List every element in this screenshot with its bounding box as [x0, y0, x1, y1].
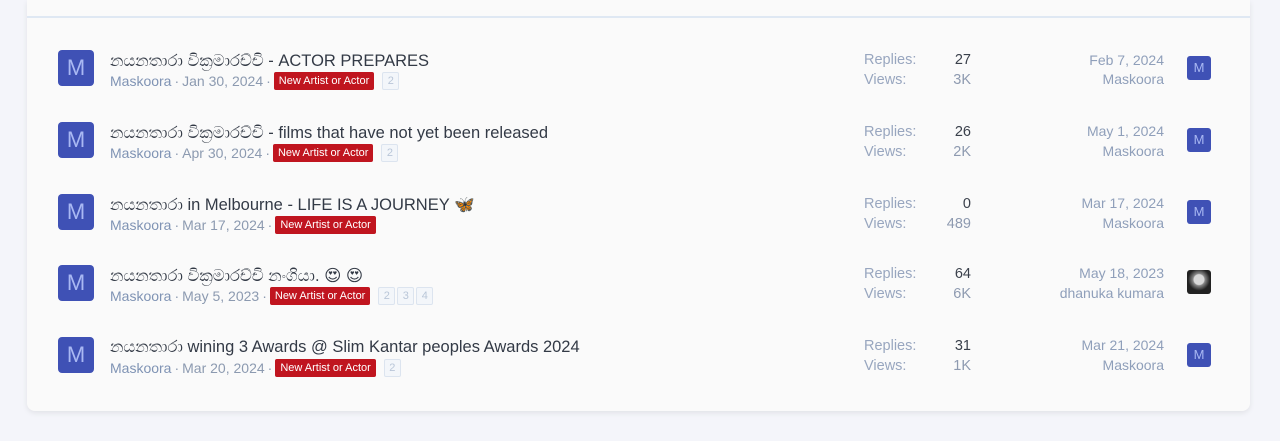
last-poster-avatar[interactable]: M: [1187, 128, 1211, 152]
last-post-date[interactable]: Mar 21, 2024: [1004, 337, 1165, 353]
last-poster-link[interactable]: Maskoora: [1004, 215, 1164, 231]
meta-separator: ·: [174, 288, 180, 304]
views-label: Views:: [864, 144, 907, 160]
views-count: 6K: [953, 286, 971, 302]
page-link[interactable]: 2: [383, 359, 401, 377]
thread-title-link[interactable]: නයනතාරා වික්‍රමාරච්චි - ACTOR PREPARES: [110, 52, 429, 71]
views-label: Views:: [864, 72, 907, 88]
meta-separator: ·: [267, 360, 273, 376]
replies-label: Replies:: [864, 338, 917, 354]
page-jump-links: 2: [382, 72, 400, 90]
last-poster-link[interactable]: Maskoora: [1004, 357, 1164, 373]
views-label: Views:: [864, 216, 907, 232]
thread-prefix-badge[interactable]: New Artist or Actor: [272, 144, 374, 162]
thread-meta: Maskoora · Apr 30, 2024 · New Artist or …: [110, 144, 399, 162]
replies-count: 64: [954, 266, 971, 282]
thread-row: M නයනතාරා වික්‍රමාරච්චි - ACTOR PREPARES…: [27, 50, 1250, 120]
page-link[interactable]: 2: [378, 287, 396, 305]
thread-author-link[interactable]: Maskoora: [110, 73, 171, 89]
thread-row: M නයනතාරා wining 3 Awards @ Slim Kantar …: [27, 337, 1250, 407]
thread-prefix-badge[interactable]: New Artist or Actor: [273, 72, 375, 90]
thread-title-link[interactable]: නයනතාරා වික්‍රමාරච්චි නංගියා. 😍 😍: [110, 266, 363, 286]
thread-title-link[interactable]: නයනතාරා wining 3 Awards @ Slim Kantar pe…: [110, 338, 580, 357]
views-label: Views:: [864, 358, 907, 374]
last-poster-link[interactable]: dhanuka kumara: [1004, 285, 1164, 301]
replies-count: 31: [954, 338, 971, 354]
thread-row: M නයනතාරා වික්‍රමාරච්චි - films that hav…: [27, 122, 1250, 192]
thread-title-link[interactable]: නයනතාරා in Melbourne - LIFE IS A JOURNEY…: [110, 196, 475, 215]
last-poster-avatar[interactable]: [1187, 270, 1211, 294]
meta-separator: ·: [174, 360, 180, 376]
views-count: 1K: [953, 358, 971, 374]
thread-row: M නයනතාරා වික්‍රමාරච්චි නංගියා. 😍 😍 Mask…: [27, 265, 1250, 335]
thread-prefix-badge[interactable]: New Artist or Actor: [275, 359, 376, 377]
thread-list-panel: M නයනතාරා වික්‍රමාරච්චි - ACTOR PREPARES…: [27, 0, 1250, 411]
thread-author-link[interactable]: Maskoora: [110, 288, 171, 304]
replies-count: 26: [954, 124, 971, 140]
thread-title-link[interactable]: නයනතාරා වික්‍රමාරච්චි - films that have …: [110, 124, 548, 143]
thread-prefix-badge[interactable]: New Artist or Actor: [275, 216, 376, 234]
author-avatar[interactable]: M: [58, 122, 94, 158]
page-link[interactable]: 4: [416, 287, 434, 305]
thread-meta: Maskoora · Mar 17, 2024 · New Artist or …: [110, 216, 376, 234]
last-poster-avatar[interactable]: M: [1187, 343, 1211, 367]
replies-label: Replies:: [864, 266, 917, 282]
thread-prefix-badge[interactable]: New Artist or Actor: [269, 287, 371, 305]
replies-count: 27: [954, 52, 971, 68]
meta-separator: ·: [265, 145, 270, 161]
last-poster-avatar[interactable]: M: [1187, 200, 1211, 224]
thread-meta: Maskoora · Mar 20, 2024 · New Artist or …: [110, 359, 401, 377]
last-post-date[interactable]: Mar 17, 2024: [1004, 195, 1165, 211]
meta-separator: ·: [266, 73, 271, 89]
views-count: 2K: [953, 144, 971, 160]
views-count: 3K: [953, 72, 971, 88]
last-poster-link[interactable]: Maskoora: [1004, 143, 1164, 159]
last-post-date[interactable]: May 1, 2024: [1004, 123, 1164, 139]
thread-meta: Maskoora · May 5, 2023 · New Artist or A…: [110, 287, 434, 305]
replies-count: 0: [962, 196, 971, 212]
meta-separator: ·: [262, 288, 267, 304]
meta-separator: ·: [174, 145, 180, 161]
page-jump-links: 2 3 4: [378, 287, 434, 305]
thread-start-date[interactable]: Jan 30, 2024: [182, 73, 263, 89]
views-label: Views:: [864, 286, 907, 302]
thread-start-date[interactable]: Mar 17, 2024: [182, 217, 265, 233]
page-link[interactable]: 2: [381, 144, 399, 162]
thread-author-link[interactable]: Maskoora: [110, 145, 171, 161]
page-link[interactable]: 2: [382, 72, 400, 90]
thread-start-date[interactable]: Apr 30, 2024: [182, 145, 262, 161]
thread-author-link[interactable]: Maskoora: [110, 360, 171, 376]
meta-separator: ·: [267, 217, 273, 233]
last-poster-avatar[interactable]: M: [1187, 56, 1211, 80]
replies-label: Replies:: [864, 52, 917, 68]
thread-meta: Maskoora · Jan 30, 2024 · New Artist or …: [110, 72, 400, 90]
last-poster-link[interactable]: Maskoora: [1004, 71, 1164, 87]
replies-label: Replies:: [864, 124, 917, 140]
divider: [27, 16, 1250, 18]
meta-separator: ·: [174, 73, 180, 89]
thread-author-link[interactable]: Maskoora: [110, 217, 171, 233]
last-post-date[interactable]: May 18, 2023: [1004, 265, 1164, 281]
page-jump-links: 2: [381, 144, 399, 162]
page-link[interactable]: 3: [397, 287, 415, 305]
thread-start-date[interactable]: May 5, 2023: [182, 288, 259, 304]
author-avatar[interactable]: M: [58, 265, 94, 301]
author-avatar[interactable]: M: [58, 50, 94, 86]
last-post-date[interactable]: Feb 7, 2024: [1004, 52, 1164, 68]
thread-row: M නයනතාරා in Melbourne - LIFE IS A JOURN…: [27, 194, 1250, 264]
thread-start-date[interactable]: Mar 20, 2024: [182, 360, 265, 376]
meta-separator: ·: [174, 217, 180, 233]
author-avatar[interactable]: M: [58, 194, 94, 230]
author-avatar[interactable]: M: [58, 337, 94, 373]
page-jump-links: 2: [383, 359, 401, 377]
views-count: 489: [946, 216, 971, 232]
replies-label: Replies:: [864, 196, 917, 212]
